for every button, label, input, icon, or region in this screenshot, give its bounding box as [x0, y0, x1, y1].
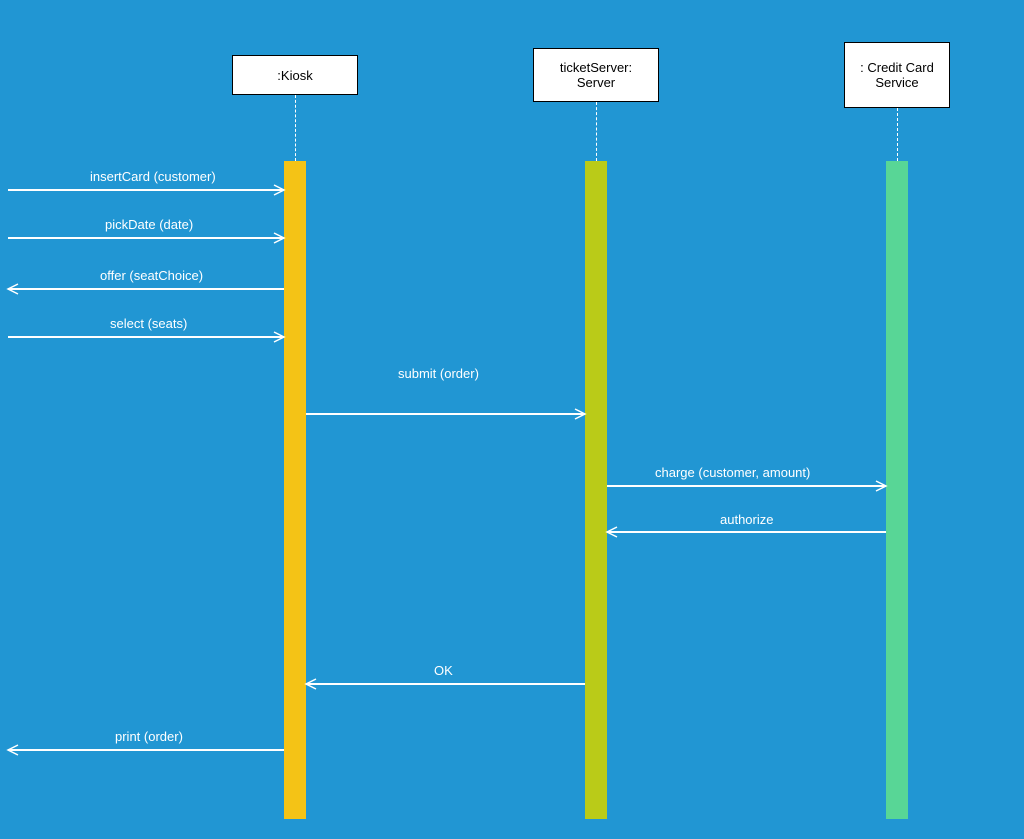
message-label-3: select (seats) — [110, 316, 187, 331]
message-arrow-3 — [8, 336, 284, 338]
participant-kiosk: :Kiosk — [232, 55, 358, 95]
lifeline-kiosk-dash — [295, 95, 296, 161]
message-arrow-0 — [8, 189, 284, 191]
message-arrow-1 — [8, 237, 284, 239]
message-arrow-8 — [8, 749, 284, 751]
activation-kiosk — [284, 161, 306, 819]
message-arrow-5 — [607, 485, 886, 487]
participant-kiosk-label: :Kiosk — [277, 68, 312, 83]
participant-server-label: ticketServer: Server — [540, 60, 652, 90]
activation-credit — [886, 161, 908, 819]
message-label-7: OK — [434, 663, 453, 678]
message-label-1: pickDate (date) — [105, 217, 193, 232]
message-label-6: authorize — [720, 512, 773, 527]
message-label-5: charge (customer, amount) — [655, 465, 810, 480]
message-label-4: submit (order) — [398, 366, 479, 381]
message-arrow-6 — [607, 531, 886, 533]
participant-credit: : Credit Card Service — [844, 42, 950, 108]
participant-server: ticketServer: Server — [533, 48, 659, 102]
message-arrow-4 — [306, 413, 585, 415]
activation-server — [585, 161, 607, 819]
message-label-0: insertCard (customer) — [90, 169, 216, 184]
message-label-8: print (order) — [115, 729, 183, 744]
lifeline-server-dash — [596, 102, 597, 161]
participant-credit-label: : Credit Card Service — [851, 60, 943, 90]
message-label-2: offer (seatChoice) — [100, 268, 203, 283]
lifeline-credit-dash — [897, 108, 898, 161]
message-arrow-2 — [8, 288, 284, 290]
message-arrow-7 — [306, 683, 585, 685]
